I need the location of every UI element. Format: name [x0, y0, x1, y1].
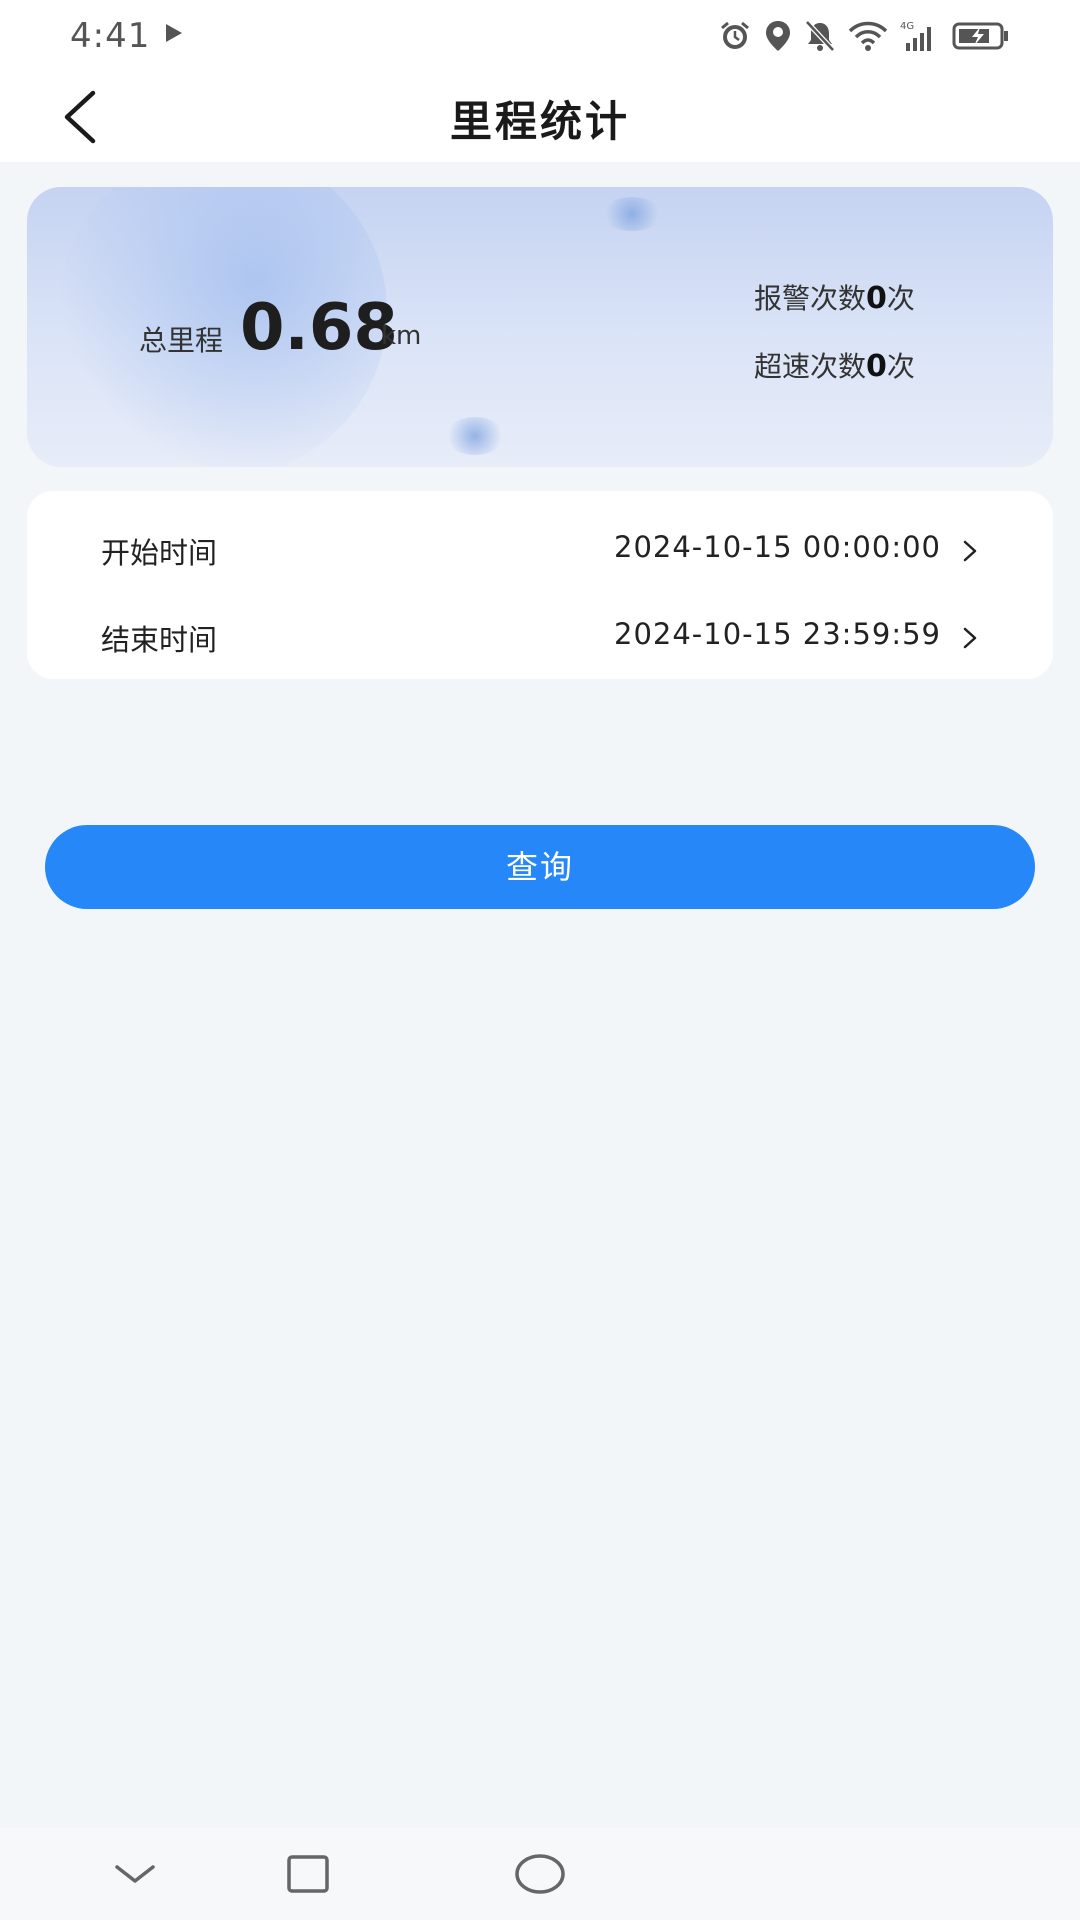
speeding-count-unit: 次	[886, 350, 915, 383]
query-button[interactable]: 查询	[45, 825, 1035, 909]
speeding-count-value: 0	[866, 349, 887, 384]
alarm-count-unit: 次	[886, 282, 915, 315]
alarm-count-label: 报警次数	[754, 282, 867, 315]
start-time-row[interactable]: 开始时间 2024-10-15 00:00:00	[27, 516, 1053, 586]
chevron-right-icon	[963, 627, 977, 649]
total-mileage-unit: km	[381, 321, 422, 351]
start-time-value: 2024-10-15 00:00:00	[614, 530, 941, 564]
decorative-bubble	[602, 197, 662, 231]
status-bar: 4:41 4G	[0, 0, 1080, 70]
chevron-down-icon	[115, 1865, 155, 1883]
total-mileage-label: 总里程	[139, 324, 224, 357]
signal-4g-icon: 4G	[900, 21, 931, 51]
speeding-count-label: 超速次数	[754, 350, 867, 383]
alarm-count-value: 0	[866, 281, 887, 316]
nav-back-button[interactable]	[100, 1842, 170, 1906]
location-icon	[766, 21, 790, 51]
decorative-bubble	[445, 417, 505, 455]
nav-home-button[interactable]	[505, 1842, 575, 1906]
circle-icon	[515, 1854, 565, 1894]
header: 里程统计	[0, 70, 1080, 162]
end-time-value: 2024-10-15 23:59:59	[614, 617, 941, 651]
play-icon	[166, 24, 182, 42]
end-time-row[interactable]: 结束时间 2024-10-15 23:59:59	[27, 603, 1053, 673]
page-title: 里程统计	[449, 97, 630, 146]
speeding-count-stat: 超速次数0次	[754, 345, 915, 385]
wifi-icon	[848, 21, 888, 51]
start-time-label: 开始时间	[101, 536, 218, 570]
mileage-summary-card: 总里程 0.68 km 报警次数0次 超速次数0次	[27, 187, 1053, 467]
chevron-right-icon	[963, 540, 977, 562]
mute-icon	[805, 20, 835, 52]
time-range-card: 开始时间 2024-10-15 00:00:00 结束时间 2024-10-15…	[27, 491, 1053, 679]
total-mileage-value: 0.68	[240, 291, 398, 365]
status-time: 4:41	[70, 16, 151, 56]
alarm-icon	[721, 21, 749, 49]
nav-recent-apps-button[interactable]	[273, 1842, 343, 1906]
battery-charging-icon	[952, 22, 1008, 50]
screen: 4:41 4G 里程统计 总里程 0.68 km 报警次数0次 超速次数0次 开…	[0, 0, 1080, 1920]
system-nav-bar	[0, 1828, 1080, 1920]
status-icons: 4G	[718, 18, 1010, 54]
square-icon	[287, 1855, 329, 1893]
alarm-count-stat: 报警次数0次	[754, 277, 915, 317]
svg-text:4G: 4G	[900, 21, 914, 32]
end-time-label: 结束时间	[101, 623, 218, 657]
